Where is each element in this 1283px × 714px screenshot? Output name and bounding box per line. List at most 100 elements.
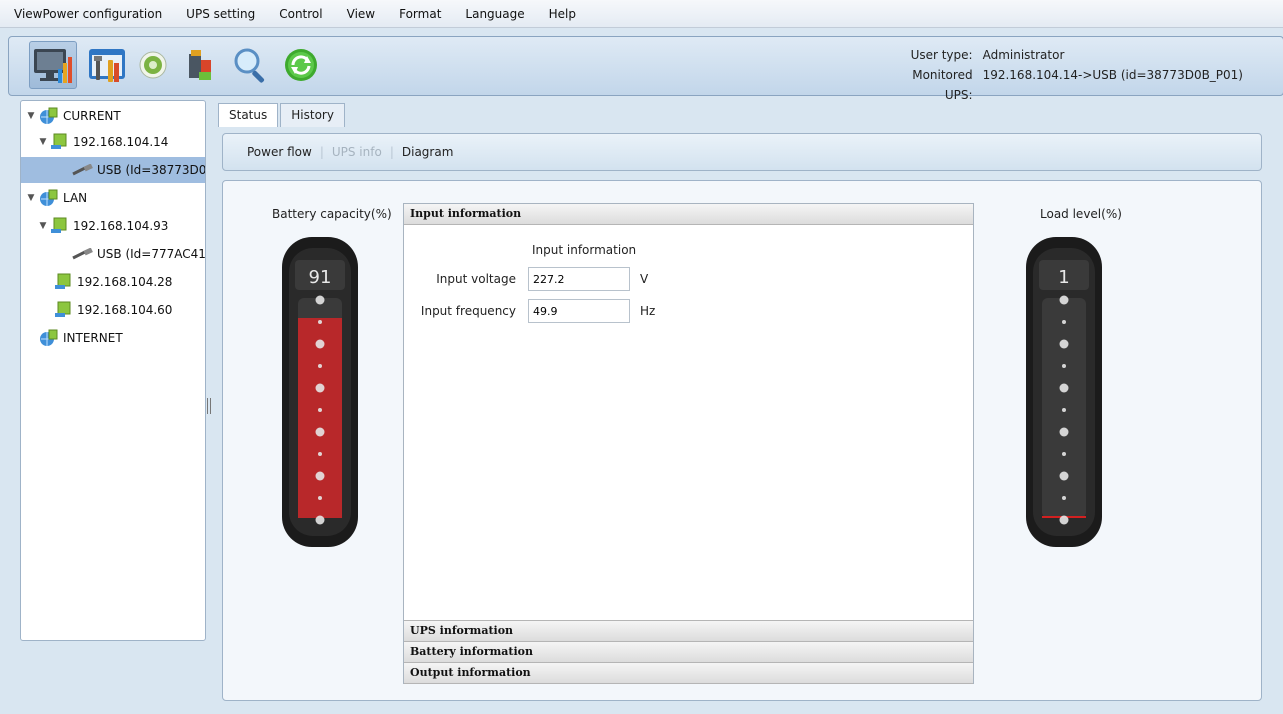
gauge-marker-dot xyxy=(1059,383,1069,393)
control-icon xyxy=(189,50,211,80)
tree-label-current: CURRENT xyxy=(63,109,121,123)
main-tabs: Status History xyxy=(218,103,347,127)
network-globe-icon xyxy=(40,329,58,346)
diagram-link[interactable]: Diagram xyxy=(402,145,454,159)
tree-label-lan-host3: 192.168.104.60 xyxy=(77,303,173,317)
load-level-value: 1 xyxy=(1058,267,1069,288)
battery-capacity-gauge: 91 xyxy=(282,237,358,547)
expand-arrow-icon[interactable]: ▼ xyxy=(25,111,37,121)
tree-label-lan-host2: 192.168.104.28 xyxy=(77,275,173,289)
input-frequency-label: Input frequency xyxy=(420,304,516,318)
configuration-tools-icon xyxy=(89,49,125,82)
toolbar: User type: Administrator Monitored UPS: … xyxy=(8,36,1283,102)
tab-history[interactable]: History xyxy=(280,103,345,127)
monitor-icon xyxy=(34,49,72,83)
voltage-unit: V xyxy=(640,272,649,286)
menu-ups-setting[interactable]: UPS setting xyxy=(186,7,255,21)
gauge-marker-dot xyxy=(318,452,322,456)
tree-label-lan: LAN xyxy=(63,191,88,205)
user-info: User type: Administrator Monitored UPS: … xyxy=(887,45,1243,105)
tree-item-current[interactable]: ▼ CURRENT xyxy=(21,103,205,129)
usb-cable-icon xyxy=(72,164,93,176)
battery-information-header[interactable]: Battery information xyxy=(404,642,973,663)
gauge-marker-dot xyxy=(1062,320,1066,324)
tree-item-lan-usb[interactable]: USB (Id=777AC41 xyxy=(21,241,205,267)
panel-splitter[interactable] xyxy=(207,398,211,414)
expand-arrow-icon[interactable]: ▼ xyxy=(37,221,49,231)
search-icon xyxy=(234,48,265,83)
monitored-ups-value: 192.168.104.14->USB (id=38773D0B_P01) xyxy=(982,68,1243,82)
load-level-gauge: 1 xyxy=(1026,237,1102,547)
control-button[interactable] xyxy=(177,41,225,89)
tab-status[interactable]: Status xyxy=(218,103,279,127)
gauge-marker-dot xyxy=(315,383,325,393)
power-flow-link[interactable]: Power flow xyxy=(247,145,312,159)
gauge-marker-dot xyxy=(1059,515,1069,525)
tree-item-current-usb[interactable]: USB (Id=38773D0 xyxy=(21,157,206,183)
separator: | xyxy=(389,145,394,159)
menu-viewpower-configuration[interactable]: ViewPower configuration xyxy=(14,7,162,21)
battery-capacity-value: 91 xyxy=(309,267,332,288)
input-information-panel: Input information Input voltage V Input … xyxy=(404,225,973,621)
menu-format[interactable]: Format xyxy=(399,7,441,21)
network-globe-icon xyxy=(40,107,58,124)
gauge-marker-dot xyxy=(1059,471,1069,481)
user-type-label: User type: xyxy=(910,48,973,62)
refresh-button[interactable] xyxy=(277,41,325,89)
usb-cable-icon xyxy=(72,248,93,260)
configuration-button[interactable] xyxy=(83,41,131,89)
sub-navigation: Power flow | UPS info | Diagram xyxy=(222,133,1262,171)
menu-help[interactable]: Help xyxy=(549,7,576,21)
device-tree: ▼ CURRENT ▼ 192.168.104.14 USB (Id=38773… xyxy=(20,100,206,641)
gauge-marker-dot xyxy=(318,364,322,368)
monitored-ups-label: Monitored UPS: xyxy=(912,68,973,102)
gauge-marker-dot xyxy=(318,408,322,412)
tree-item-internet[interactable]: INTERNET xyxy=(21,325,205,351)
tree-item-lan-host1[interactable]: ▼ 192.168.104.93 xyxy=(21,213,205,239)
expand-arrow-icon[interactable]: ▼ xyxy=(37,137,49,147)
gauge-marker-dot xyxy=(1062,452,1066,456)
menu-control[interactable]: Control xyxy=(279,7,322,21)
expand-arrow-icon[interactable]: ▼ xyxy=(25,193,37,203)
gauge-marker-dot xyxy=(315,515,325,525)
input-frequency-field[interactable] xyxy=(528,299,630,323)
tree-item-lan-host3[interactable]: 192.168.104.60 xyxy=(21,297,205,323)
input-information-header[interactable]: Input information xyxy=(404,204,973,225)
gauge-marker-dot xyxy=(315,295,325,305)
menu-view[interactable]: View xyxy=(347,7,375,21)
separator: | xyxy=(319,145,324,159)
tree-item-lan-host2[interactable]: 192.168.104.28 xyxy=(21,269,205,295)
ups-setting-icon xyxy=(139,51,167,79)
input-voltage-field[interactable] xyxy=(528,267,630,291)
battery-capacity-title: Battery capacity(%) xyxy=(272,207,392,221)
load-level-title: Load level(%) xyxy=(1040,207,1122,221)
ups-setting-button[interactable] xyxy=(129,41,177,89)
menu-language[interactable]: Language xyxy=(465,7,524,21)
input-voltage-label: Input voltage xyxy=(436,272,516,286)
gauge-marker-dot xyxy=(1062,496,1066,500)
gauge-marker-dot xyxy=(1062,408,1066,412)
gauge-marker-dot xyxy=(1059,295,1069,305)
gauge-marker-dot xyxy=(1059,339,1069,349)
gauge-marker-dot xyxy=(318,496,322,500)
computer-icon xyxy=(51,217,67,233)
ups-information-header[interactable]: UPS information xyxy=(404,621,973,642)
gauge-marker-dot xyxy=(1062,364,1066,368)
computer-icon xyxy=(55,273,71,289)
tree-label-current-usb: USB (Id=38773D0 xyxy=(97,163,206,177)
tree-item-lan[interactable]: ▼ LAN xyxy=(21,185,205,211)
monitor-button[interactable] xyxy=(29,41,77,89)
gauge-marker-dot xyxy=(315,339,325,349)
input-information-caption: Input information xyxy=(532,243,637,257)
tree-label-internet: INTERNET xyxy=(63,331,123,345)
search-button[interactable] xyxy=(227,41,275,89)
computer-icon xyxy=(55,301,71,317)
frequency-unit: Hz xyxy=(640,304,656,318)
computer-icon xyxy=(51,133,67,149)
gauge-marker-dot xyxy=(318,320,322,324)
tree-label-lan-host1: 192.168.104.93 xyxy=(73,219,169,233)
tree-item-current-host[interactable]: ▼ 192.168.104.14 xyxy=(21,129,205,155)
gauge-marker-dot xyxy=(315,471,325,481)
ups-info-link[interactable]: UPS info xyxy=(332,145,382,159)
output-information-header[interactable]: Output information xyxy=(404,663,973,684)
